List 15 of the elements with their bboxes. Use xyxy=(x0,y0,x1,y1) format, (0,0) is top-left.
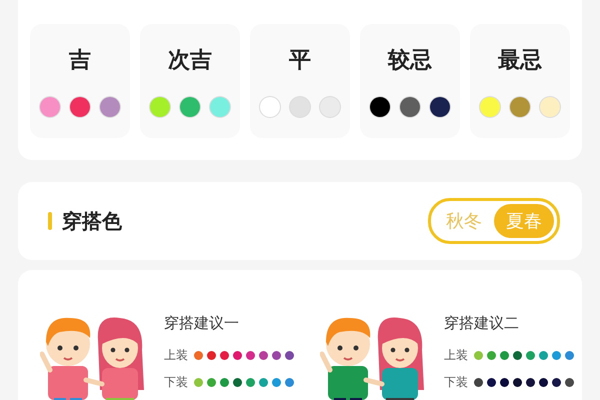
level-label: 平 xyxy=(289,47,311,75)
season-tab[interactable]: 秋冬 xyxy=(434,204,494,238)
garment-label: 下装 xyxy=(164,374,188,391)
accent-bar xyxy=(48,212,52,230)
garment-label: 上装 xyxy=(164,347,188,364)
season-tab[interactable]: 夏春 xyxy=(494,204,554,238)
level-label: 最忌 xyxy=(498,47,542,75)
level-label: 次吉 xyxy=(168,47,212,75)
suggestion-title: 穿搭建议一 xyxy=(164,314,240,333)
suggestion-title: 穿搭建议二 xyxy=(444,314,520,333)
level-label: 较忌 xyxy=(388,47,432,75)
garment-label: 上装 xyxy=(444,347,468,364)
section-title: 穿搭色 xyxy=(62,208,122,234)
level-label: 吉 xyxy=(69,47,91,75)
garment-label: 下装 xyxy=(444,374,468,391)
